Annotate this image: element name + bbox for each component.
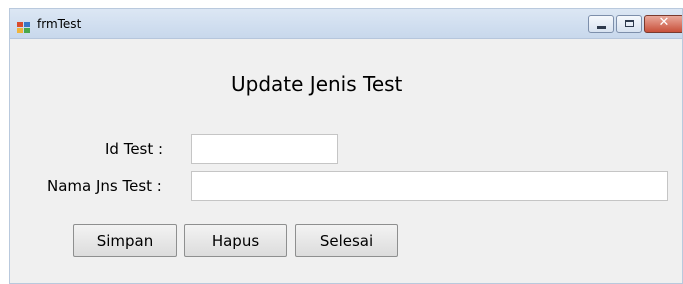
nama-jns-test-label: Nama Jns Test : <box>47 177 162 195</box>
maximize-icon <box>625 20 634 27</box>
form-window: frmTest ✕ Update Jenis Test Id Test : Na… <box>9 8 683 284</box>
selesai-button[interactable]: Selesai <box>295 224 398 257</box>
maximize-button[interactable] <box>616 15 642 33</box>
nama-jns-test-input[interactable] <box>191 171 668 201</box>
form-body: Update Jenis Test Id Test : Nama Jns Tes… <box>10 39 682 283</box>
close-button[interactable]: ✕ <box>644 15 682 33</box>
window-title: frmTest <box>37 17 82 31</box>
form-heading: Update Jenis Test <box>231 72 403 96</box>
simpan-button[interactable]: Simpan <box>73 224 177 257</box>
id-test-input[interactable] <box>191 134 338 164</box>
id-test-label: Id Test : <box>105 140 164 158</box>
title-bar[interactable]: frmTest ✕ <box>10 9 682 39</box>
app-icon <box>17 18 31 33</box>
minimize-icon <box>597 26 606 29</box>
close-icon: ✕ <box>658 15 670 30</box>
minimize-button[interactable] <box>588 15 614 33</box>
hapus-button[interactable]: Hapus <box>184 224 287 257</box>
